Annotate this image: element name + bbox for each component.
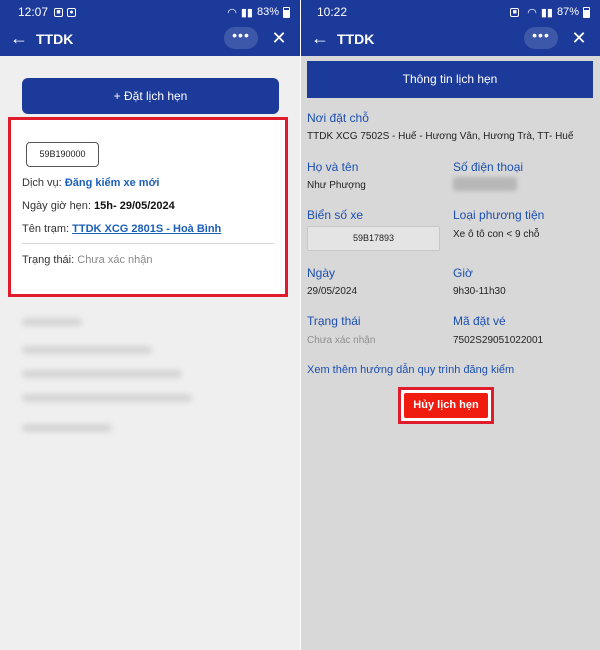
left-screen: 12:07 ■ ● ◠ ▮▮ 83% ← TTDK ••• ✕ + Đặt lị… [0,0,300,650]
cancel-appointment-button[interactable]: Hủy lịch hẹn [404,393,488,418]
appointment-card[interactable]: 59B190000 Dịch vụ: Đăng kiểm xe mới Ngày… [8,117,288,297]
battery-icon [283,6,290,18]
station-row: Tên trạm: TTDK XCG 2801S - Hoà Bình [22,223,221,235]
status-time: 12:07 [18,5,49,19]
back-arrow-icon[interactable]: ← [309,28,331,50]
mini-app-capsule: ••• ✕ [224,27,290,49]
status-bar-right: 10:22 ■ ◠ ▮▮ 87% [317,4,590,20]
more-options-icon[interactable]: ••• [224,27,258,49]
right-screen: 10:22 ■ ◠ ▮▮ 87% ← TTDK ••• ✕ Thông tin … [301,0,600,650]
name-label: Họ và tên [307,160,359,174]
date-value: 29/05/2024 [307,286,358,297]
name-value: Như Phượng [307,180,366,191]
battery-icon [583,6,590,18]
wifi-icon: ◠ [227,6,237,19]
phone-label: Số điện thoại [453,160,524,174]
time-value: 9h30-11h30 [453,286,506,297]
more-options-icon[interactable]: ••• [524,27,558,49]
station-label: Tên trạm: [22,223,70,235]
cancel-highlight: Hủy lịch hẹn [398,387,494,424]
nav-row-right: ← TTDK ••• ✕ [301,26,600,52]
vehicle-type-label: Loại phương tiện [453,208,545,222]
notification-icon: ■ [54,7,64,17]
plate-badge: 59B190000 [26,142,99,167]
service-row: Dịch vụ: Đăng kiểm xe mới [22,177,159,189]
back-arrow-icon[interactable]: ← [8,28,30,50]
service-value: Đăng kiểm xe mới [64,177,160,189]
wifi-icon: ◠ [527,6,537,19]
appointment-info-header: Thông tin lịch hẹn [307,61,593,98]
status-label: Trạng thái [307,314,361,328]
station-link[interactable]: TTDK XCG 2801S - Hoà Bình [72,223,221,235]
close-icon[interactable]: ✕ [568,27,590,49]
plate-label: Biển số xe [307,208,364,222]
status-value: Chưa xác nhận [307,335,376,346]
app-title-right: TTDK [337,31,375,47]
app-header: 12:07 ■ ● ◠ ▮▮ 83% ← TTDK ••• ✕ [0,0,300,56]
status-right-icons: ■ ◠ ▮▮ 87% [510,6,590,19]
status-time-right: 10:22 [317,5,348,19]
app-header-right: 10:22 ■ ◠ ▮▮ 87% ← TTDK ••• ✕ [301,0,600,56]
time-label: Giờ [453,266,473,280]
status-right: ◠ ▮▮ 83% [227,6,290,19]
close-icon[interactable]: ✕ [268,27,290,49]
battery-percent: 83% [256,6,279,18]
service-label: Dịch vụ: [22,177,62,189]
mini-app-capsule-right: ••• ✕ [524,27,590,49]
booking-code-label: Mã đặt vé [453,314,506,328]
booking-code-value: 7502S29051022001 [453,335,544,346]
date-label: Ngày [307,266,336,280]
inspection-guide-link[interactable]: Xem thêm hướng dẫn quy trình đăng kiểm [307,364,514,376]
status-bar: 12:07 ■ ● ◠ ▮▮ 83% [18,4,290,20]
datetime-value: 15h- 29/05/2024 [94,200,175,212]
datetime-row: Ngày giờ hẹn: 15h- 29/05/2024 [22,200,175,212]
card-divider [22,243,274,244]
status-label: Trạng thái: [22,254,75,266]
message-icon: ● [67,7,77,17]
vehicle-type-value: Xe ô tô con < 9 chỗ [453,229,540,240]
status-row: Trạng thái: Chưa xác nhận [22,254,153,266]
phone-value-redacted [453,177,517,191]
datetime-label: Ngày giờ hẹn: [22,200,91,212]
battery-percent-right: 87% [556,6,579,18]
status-value: Chưa xác nhận [77,254,153,266]
notification-icon: ■ [510,7,520,17]
place-value: TTDK XCG 7502S - Huế - Hương Vân, Hương … [307,131,574,142]
blurred-previous-appointment [18,300,278,450]
place-label: Nơi đặt chỗ [307,111,369,125]
signal-icon: ▮▮ [540,6,553,19]
book-appointment-button[interactable]: + Đặt lịch hẹn [22,78,279,114]
plate-value: 59B17893 [307,226,440,251]
nav-row: ← TTDK ••• ✕ [0,26,300,52]
signal-icon: ▮▮ [240,6,253,19]
app-title: TTDK [36,31,74,47]
